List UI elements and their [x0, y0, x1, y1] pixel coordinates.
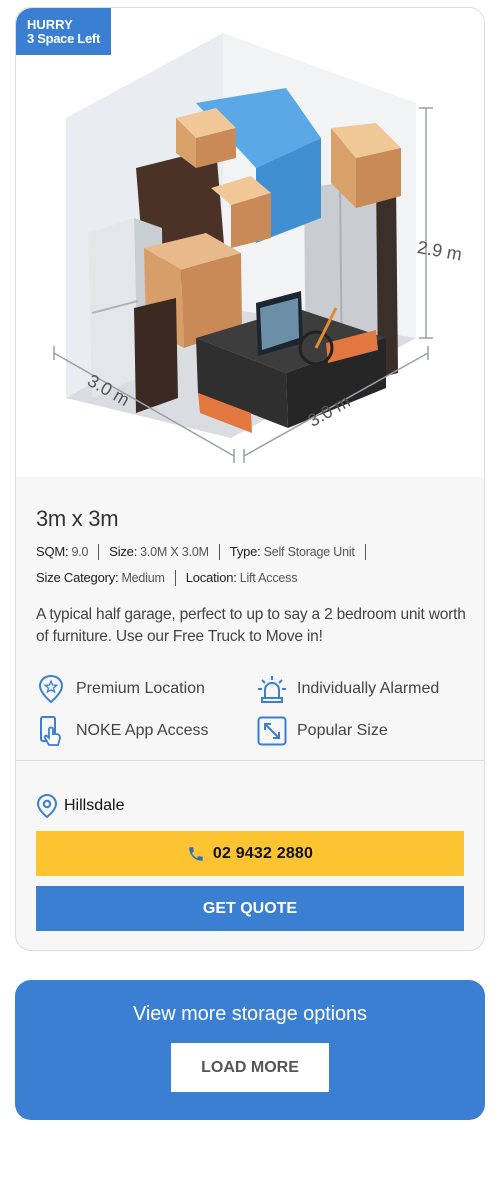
feature-label: Premium Location — [76, 680, 205, 697]
alarm-siren-icon — [257, 673, 287, 705]
meta-value: 9.0 — [71, 545, 89, 559]
resize-arrows-icon — [257, 715, 287, 747]
phone-number: 02 9432 2880 — [212, 844, 314, 862]
meta-size: Size: 3.0M X 3.0M — [99, 544, 220, 560]
phone-tap-icon — [36, 715, 66, 747]
feature-label: Individually Alarmed — [297, 680, 440, 697]
location-row: Hillsdale — [36, 793, 124, 819]
map-pin-icon — [36, 793, 58, 819]
feature-label: NOKE App Access — [76, 722, 209, 739]
load-more-button[interactable]: LOAD MORE — [171, 1043, 329, 1092]
meta-label: Location: — [185, 570, 237, 585]
unit-meta-row-1: SQM: 9.0 Size: 3.0M X 3.0M Type: Self Stora… — [36, 544, 466, 560]
storage-unit-illustration: 3.0 m 3.0 m 2.9 m — [53, 33, 464, 463]
meta-value: Lift Access — [239, 571, 298, 585]
map-pin-star-icon — [36, 673, 66, 705]
unit-title: 3m x 3m — [36, 506, 119, 531]
phone-icon — [187, 845, 205, 863]
storage-unit-card: HURRY 3 Space Left 3.0 m 3.0 m 2.9 m 3m … — [15, 7, 485, 951]
meta-label: Size Category: — [36, 570, 119, 585]
unit-meta-row-2: Size Category: Medium Location: Lift Acces… — [36, 570, 466, 586]
meta-value: Medium — [121, 571, 165, 585]
divider — [16, 760, 484, 761]
meta-sqm: SQM: 9.0 — [36, 544, 100, 560]
badge-hurry: HURRY — [27, 17, 73, 32]
load-more-panel: View more storage options LOAD MORE — [15, 980, 485, 1120]
meta-label: SQM: — [36, 544, 69, 559]
feature-item: Popular Size — [257, 715, 388, 747]
unit-info: 3m x 3m SQM: 9.0 Size: 3.0M X 3.0M Type: Se… — [36, 506, 466, 648]
unit-description: A typical half garage, perfect to up to … — [36, 606, 466, 645]
unit-illustration-area: HURRY 3 Space Left 3.0 m 3.0 m 2.9 m — [16, 8, 484, 477]
meta-type: Type: Self Storage Unit — [220, 544, 366, 560]
badge-spaces-left: 3 Space Left — [27, 31, 100, 46]
meta-location: Location: Lift Access — [176, 570, 308, 586]
dimension-height-label: 2.9 m — [416, 237, 464, 265]
feature-item: Individually Alarmed — [257, 673, 439, 705]
load-more-title: View more storage options — [133, 1003, 367, 1025]
feature-item: NOKE App Access — [36, 715, 209, 747]
meta-value: 3.0M X 3.0M — [140, 545, 209, 559]
call-button[interactable]: 02 9432 2880 — [36, 831, 464, 876]
get-quote-button[interactable]: GET QUOTE — [36, 886, 464, 931]
meta-value: Self Storage Unit — [263, 545, 355, 559]
meta-label: Type: — [229, 544, 261, 559]
meta-label: Size: — [109, 544, 138, 559]
feature-label: Popular Size — [297, 722, 388, 739]
feature-item: Premium Location — [36, 673, 205, 705]
meta-size-category: Size Category: Medium — [36, 570, 176, 586]
availability-badge: HURRY 3 Space Left — [16, 8, 111, 55]
location-name: Hillsdale — [64, 797, 125, 814]
